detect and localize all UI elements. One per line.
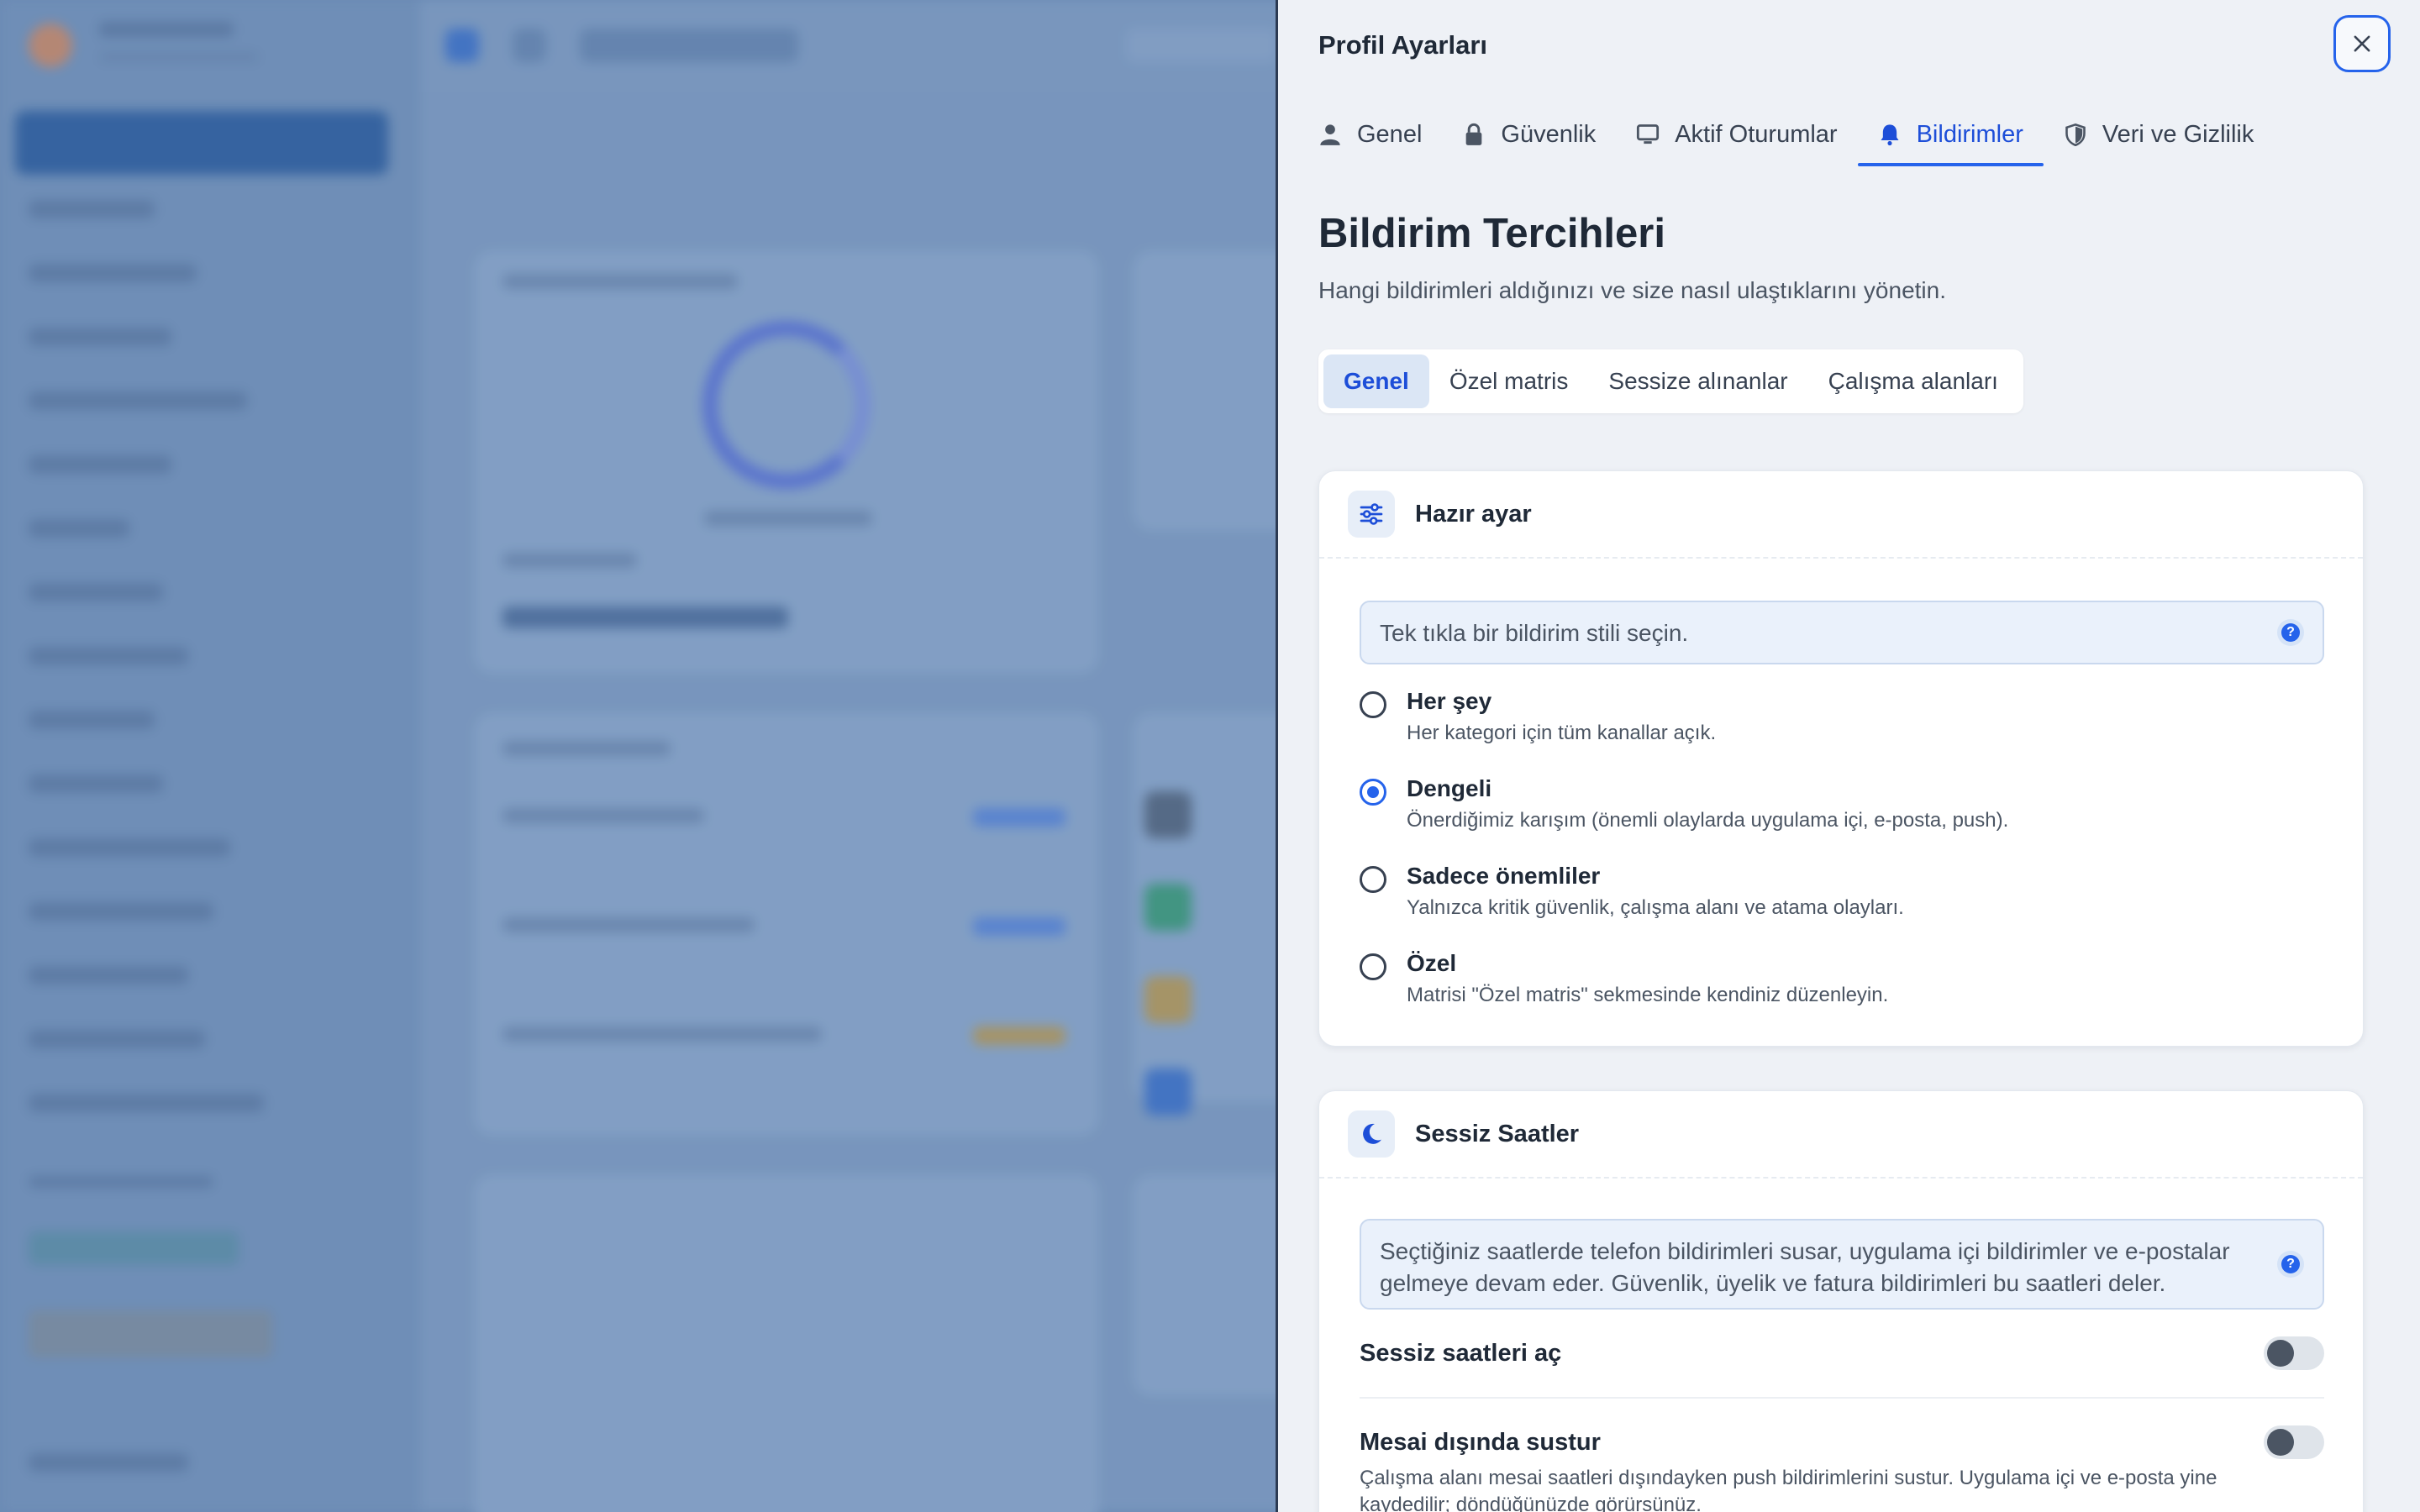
option-description: Önerdiğimiz karışım (önemli olaylarda uy…: [1407, 809, 2009, 832]
settings-tabs: Genel Güvenlik Aktif Oturumlar Bildiriml…: [1318, 104, 2294, 166]
close-button[interactable]: [2333, 15, 2391, 72]
notification-subtabs: Genel Özel matris Sessize alınanlar Çalı…: [1318, 349, 2023, 413]
toggle-knob: [2267, 1429, 2294, 1456]
quiet-hours-toggle[interactable]: [2264, 1336, 2324, 1370]
divider: [1360, 1397, 2324, 1399]
tab-label: Güvenlik: [1501, 120, 1597, 148]
preset-card: Hazır ayar Tek tıkla bir bildirim stili …: [1318, 470, 2364, 1047]
preset-option-dengeli[interactable]: Dengeli Önerdiğimiz karışım (önemli olay…: [1360, 775, 2324, 843]
section-heading: Bildirim Tercihleri: [1318, 211, 1665, 256]
option-label: Özel: [1407, 950, 1457, 976]
option-label: Dengeli: [1407, 775, 1492, 801]
radio-button[interactable]: [1360, 691, 1386, 718]
setting-row-quiet-hours: Sessiz saatleri aç: [1360, 1336, 2324, 1373]
subtab-ozel-matris[interactable]: Özel matris: [1429, 354, 1589, 408]
tab-veri-ve-gizlilik[interactable]: Veri ve Gizlilik: [2064, 104, 2275, 165]
help-icon[interactable]: ?: [2277, 619, 2304, 646]
setting-label: Sessiz saatleri aç: [1360, 1340, 1562, 1367]
preset-card-header: Hazır ayar: [1319, 471, 2363, 559]
tab-label: Veri ve Gizlilik: [2102, 120, 2254, 148]
mute-outside-hours-toggle[interactable]: [2264, 1425, 2324, 1459]
tab-genel[interactable]: Genel: [1318, 104, 1442, 165]
quiet-hours-info-text: Seçtiğiniz saatlerde telefon bildirimler…: [1380, 1238, 2230, 1296]
preset-option-sadece-onemliler[interactable]: Sadece önemliler Yalnızca kritik güvenli…: [1360, 863, 2324, 930]
subtab-sessize-alinanlar[interactable]: Sessize alınanlar: [1588, 354, 1807, 408]
toggle-knob: [2267, 1340, 2294, 1367]
tab-bildirimler[interactable]: Bildirimler: [1857, 104, 2044, 166]
option-description: Yalnızca kritik güvenlik, çalışma alanı …: [1407, 896, 1904, 919]
setting-description: Çalışma alanı mesai saatleri dışındayken…: [1360, 1467, 2217, 1512]
preset-info-text: Tek tıkla bir bildirim stili seçin.: [1380, 620, 1689, 646]
option-label: Sadece önemliler: [1407, 863, 1601, 889]
option-description: Her kategori için tüm kanallar açık.: [1407, 722, 1717, 744]
radio-button[interactable]: [1360, 953, 1386, 980]
tab-aktif-oturumlar[interactable]: Aktif Oturumlar: [1636, 104, 1857, 165]
radio-button-checked[interactable]: [1360, 779, 1386, 806]
moon-icon: [1348, 1110, 1395, 1158]
sliders-icon: [1348, 491, 1395, 538]
option-description: Matrisi "Özel matris" sekmesinde kendini…: [1407, 984, 1889, 1006]
preset-info-box: Tek tıkla bir bildirim stili seçin. ?: [1360, 601, 2324, 664]
preset-option-her-sey[interactable]: Her şey Her kategori için tüm kanallar a…: [1360, 688, 2324, 755]
tab-label: Aktif Oturumlar: [1675, 120, 1838, 148]
radio-button[interactable]: [1360, 866, 1386, 893]
shield-icon: [2064, 123, 2087, 146]
section-description: Hangi bildirimleri aldığınızı ve size na…: [1318, 277, 1947, 303]
quiet-hours-card-header: Sessiz Saatler: [1319, 1091, 2363, 1179]
preset-option-ozel[interactable]: Özel Matrisi "Özel matris" sekmesinde ke…: [1360, 950, 2324, 1017]
user-icon: [1318, 123, 1342, 146]
tab-label: Genel: [1357, 120, 1423, 148]
subtab-calisma-alanlari[interactable]: Çalışma alanları: [1808, 354, 2018, 408]
setting-row-mute-outside-hours: Mesai dışında sustur Çalışma alanı mesai…: [1360, 1425, 2324, 1512]
help-icon[interactable]: ?: [2277, 1251, 2304, 1278]
close-icon: [2354, 35, 2370, 52]
panel-title: Profil Ayarları: [1318, 30, 1488, 60]
profile-settings-panel: Profil Ayarları Genel Güvenlik Aktif Otu…: [1276, 0, 2420, 1512]
option-label: Her şey: [1407, 688, 1492, 714]
subtab-genel[interactable]: Genel: [1323, 354, 1429, 408]
tab-guvenlik[interactable]: Güvenlik: [1462, 104, 1616, 165]
tab-label: Bildirimler: [1916, 120, 2023, 148]
setting-label: Mesai dışında sustur: [1360, 1429, 1601, 1456]
lock-icon: [1462, 123, 1486, 146]
quiet-hours-card-title: Sessiz Saatler: [1415, 1120, 1580, 1147]
quiet-hours-card: Sessiz Saatler Seçtiğiniz saatlerde tele…: [1318, 1090, 2364, 1512]
monitor-icon: [1636, 123, 1660, 146]
quiet-hours-info-box: Seçtiğiniz saatlerde telefon bildirimler…: [1360, 1219, 2324, 1310]
preset-card-title: Hazır ayar: [1415, 500, 1532, 528]
bell-icon: [1878, 123, 1902, 146]
